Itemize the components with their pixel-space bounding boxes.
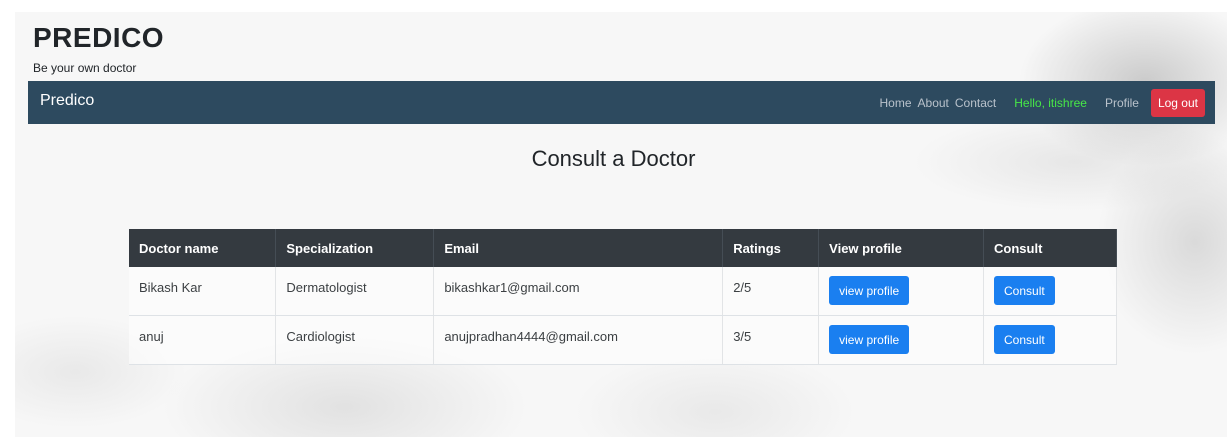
- navbar-brand[interactable]: Predico: [40, 92, 94, 110]
- column-header-consult: Consult: [983, 229, 1117, 267]
- view-profile-button[interactable]: view profile: [829, 276, 910, 305]
- doctor-rating: 3/5: [722, 315, 820, 365]
- consult-button[interactable]: Consult: [994, 325, 1055, 354]
- consult-button[interactable]: Consult: [994, 276, 1055, 305]
- view-profile-cell: view profile: [818, 315, 985, 365]
- table-row: anuj Cardiologist anujpradhan4444@gmail.…: [129, 315, 1117, 365]
- site-tagline: Be your own doctor: [33, 61, 137, 75]
- column-header-ratings: Ratings: [722, 229, 820, 267]
- view-profile-cell: view profile: [818, 267, 985, 316]
- nav-link-about[interactable]: About: [918, 96, 949, 110]
- doctor-specialization: Cardiologist: [275, 315, 435, 365]
- doctor-email: anujpradhan4444@gmail.com: [433, 315, 724, 365]
- table-header-row: Doctor name Specialization Email Ratings…: [129, 229, 1117, 267]
- column-header-specialization: Specialization: [275, 229, 435, 267]
- page-heading: Consult a Doctor: [531, 146, 696, 171]
- navbar-links: Home About Contact Hello, itishree Profi…: [874, 81, 1205, 124]
- doctor-name: Bikash Kar: [129, 267, 277, 316]
- column-header-doctor-name: Doctor name: [129, 229, 277, 267]
- view-profile-button[interactable]: view profile: [829, 325, 910, 354]
- column-header-email: Email: [433, 229, 724, 267]
- background: [15, 12, 1227, 437]
- navbar: Predico Home About Contact Hello, itishr…: [28, 81, 1215, 124]
- site-title: PREDICO: [33, 22, 165, 53]
- table-row: Bikash Kar Dermatologist bikashkar1@gmai…: [129, 267, 1117, 316]
- nav-link-contact[interactable]: Contact: [955, 96, 996, 110]
- nav-link-home[interactable]: Home: [880, 96, 912, 110]
- nav-link-profile[interactable]: Profile: [1105, 96, 1139, 110]
- user-greeting: Hello, itishree: [1014, 95, 1087, 110]
- consult-cell: Consult: [983, 267, 1117, 316]
- doctors-table: Doctor name Specialization Email Ratings…: [129, 229, 1117, 365]
- logout-button[interactable]: Log out: [1150, 88, 1205, 117]
- doctor-rating: 2/5: [722, 267, 820, 316]
- doctor-name: anuj: [129, 315, 277, 365]
- column-header-view-profile: View profile: [818, 229, 985, 267]
- doctor-specialization: Dermatologist: [275, 267, 435, 316]
- consult-cell: Consult: [983, 315, 1117, 365]
- doctor-email: bikashkar1@gmail.com: [433, 267, 724, 316]
